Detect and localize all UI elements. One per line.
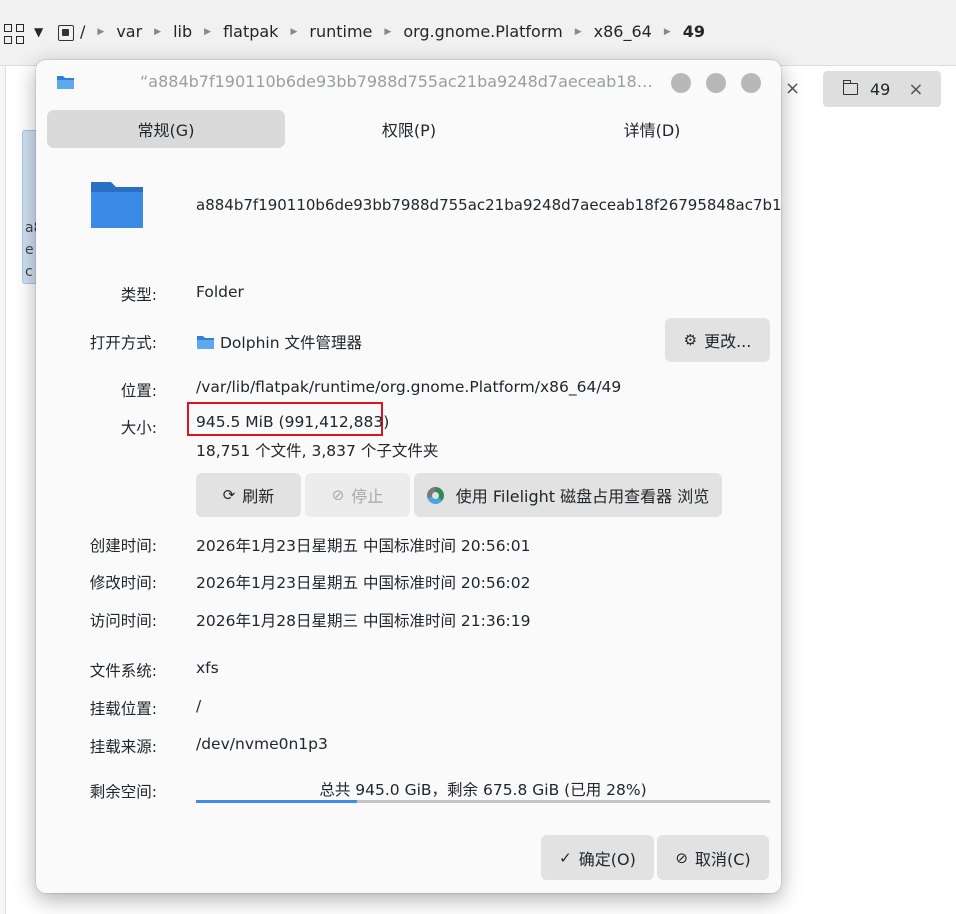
stop-button-label: 停止 (351, 487, 384, 506)
settings-sliders-icon: ⚙ (683, 331, 698, 349)
crumb-root[interactable]: / (80, 22, 85, 41)
change-button-label: 更改... (704, 332, 752, 351)
accessed-value: 2026年1月28日星期三 中国标准时间 21:36:19 (196, 612, 531, 630)
maximize-button[interactable] (706, 73, 726, 93)
mount-point-label: 挂载位置: (89, 700, 157, 718)
cancel-button-label: 取消(C) (694, 849, 751, 869)
dolphin-app-icon (197, 336, 214, 349)
file-item-name-line: e (25, 242, 34, 258)
folder-icon (57, 76, 74, 89)
dialog-title: “a884b7f190110b6de93bb7988d755ac21ba9248… (140, 72, 653, 91)
filesystem-label: 文件系统: (89, 662, 157, 680)
change-button[interactable]: ⚙ 更改... (665, 318, 770, 362)
open-with-label: 打开方式: (89, 334, 157, 352)
crumb-separator-icon: ▶ (290, 26, 298, 37)
crumb-runtime[interactable]: runtime (309, 22, 372, 41)
cancel-button[interactable]: ⊘ 取消(C) (657, 835, 769, 880)
folder-large-icon[interactable] (89, 180, 145, 230)
disk-usage-bar (196, 800, 770, 803)
tab-general[interactable]: 常规(G) (47, 110, 285, 148)
accessed-label: 访问时间: (89, 612, 157, 630)
size-label: 大小: (120, 419, 157, 437)
refresh-button-label: 刷新 (242, 487, 275, 506)
dialog-tabs: 常规(G) 权限(P) 详情(D) (47, 110, 771, 148)
refresh-button[interactable]: ⟳ 刷新 (196, 473, 301, 517)
filelight-button-label: 使用 Filelight 磁盘占用查看器 浏览 (455, 487, 710, 506)
modified-label: 修改时间: (89, 574, 157, 592)
crumb-separator-icon: ▶ (384, 26, 392, 37)
crumb-var[interactable]: var (116, 22, 142, 41)
refresh-icon: ⟳ (222, 486, 236, 504)
size-value: 945.5 MiB (991,412,883) (196, 413, 390, 431)
crumb-separator-icon: ▶ (154, 26, 162, 37)
crumb-org-gnome-platform[interactable]: org.gnome.Platform (403, 22, 562, 41)
root-lock-icon[interactable] (58, 25, 74, 41)
disk-usage-bar-fill (196, 800, 357, 803)
tab-details[interactable]: 详情(D) (533, 110, 771, 148)
ok-button[interactable]: ✓ 确定(O) (541, 835, 654, 880)
location-label: 位置: (120, 382, 157, 400)
contents-count: 18,751 个文件, 3,837 个子文件夹 (196, 442, 439, 460)
stop-icon: ⊘ (331, 486, 345, 504)
ok-button-label: 确定(O) (578, 849, 636, 869)
view-mode-dropdown-icon[interactable]: ▼ (34, 25, 43, 39)
open-with-app-name: Dolphin 文件管理器 (220, 334, 362, 352)
background-toolbar: ▼ / ▶ var ▶ lib ▶ flatpak ▶ runtime ▶ or… (0, 0, 956, 66)
file-item-name-line: a8 (25, 220, 37, 236)
tab-label: 49 (870, 79, 891, 99)
open-with-value: Dolphin 文件管理器 (196, 331, 362, 353)
minimize-button[interactable] (671, 73, 691, 93)
tab-close-icon[interactable]: × (908, 79, 923, 100)
created-label: 创建时间: (89, 537, 157, 555)
crumb-separator-icon: ▶ (574, 26, 582, 37)
mount-source-value: /dev/nvme0n1p3 (196, 735, 328, 753)
crumb-separator-icon: ▶ (97, 26, 105, 37)
type-label: 类型: (120, 286, 157, 304)
tab-close-icon[interactable]: × (785, 78, 800, 99)
crumb-separator-icon: ▶ (663, 26, 671, 37)
mount-source-label: 挂载来源: (89, 738, 157, 756)
filelight-button[interactable]: 使用 Filelight 磁盘占用查看器 浏览 (414, 473, 722, 517)
type-value: Folder (196, 283, 244, 301)
crumb-separator-icon: ▶ (204, 26, 212, 37)
background-places-panel (0, 66, 6, 914)
stop-button[interactable]: ⊘ 停止 (305, 473, 410, 517)
filesystem-value: xfs (196, 659, 219, 677)
checkmark-icon: ✓ (559, 848, 572, 867)
crumb-49[interactable]: 49 (683, 22, 705, 41)
crumb-flatpak[interactable]: flatpak (223, 22, 278, 41)
modified-value: 2026年1月23日星期五 中国标准时间 20:56:02 (196, 574, 531, 592)
free-space-value: 总共 945.0 GiB，剩余 675.8 GiB (已用 28%) (319, 781, 647, 799)
view-mode-icon[interactable] (4, 24, 26, 46)
dialog-titlebar[interactable]: “a884b7f190110b6de93bb7988d755ac21ba9248… (36, 60, 781, 106)
mount-point-value: / (196, 697, 202, 715)
crumb-x86-64[interactable]: x86_64 (594, 22, 652, 41)
location-value[interactable]: /var/lib/flatpak/runtime/org.gnome.Platf… (196, 378, 621, 396)
file-item-name-line: c (25, 264, 33, 280)
created-value: 2026年1月23日星期五 中国标准时间 20:56:01 (196, 537, 531, 555)
filelight-icon (426, 486, 444, 504)
properties-dialog: “a884b7f190110b6de93bb7988d755ac21ba9248… (36, 60, 781, 893)
breadcrumb: / ▶ var ▶ lib ▶ flatpak ▶ runtime ▶ org.… (80, 22, 705, 41)
cancel-icon: ⊘ (675, 848, 688, 867)
filename-field[interactable]: a884b7f190110b6de93bb7988d755ac21ba9248d… (196, 196, 781, 214)
tab-49[interactable]: 49 × (823, 71, 941, 107)
close-button[interactable] (741, 73, 761, 93)
folder-icon (842, 80, 858, 95)
tab-permissions[interactable]: 权限(P) (290, 110, 528, 148)
free-space-label: 剩余空间: (89, 783, 157, 801)
crumb-lib[interactable]: lib (173, 22, 192, 41)
